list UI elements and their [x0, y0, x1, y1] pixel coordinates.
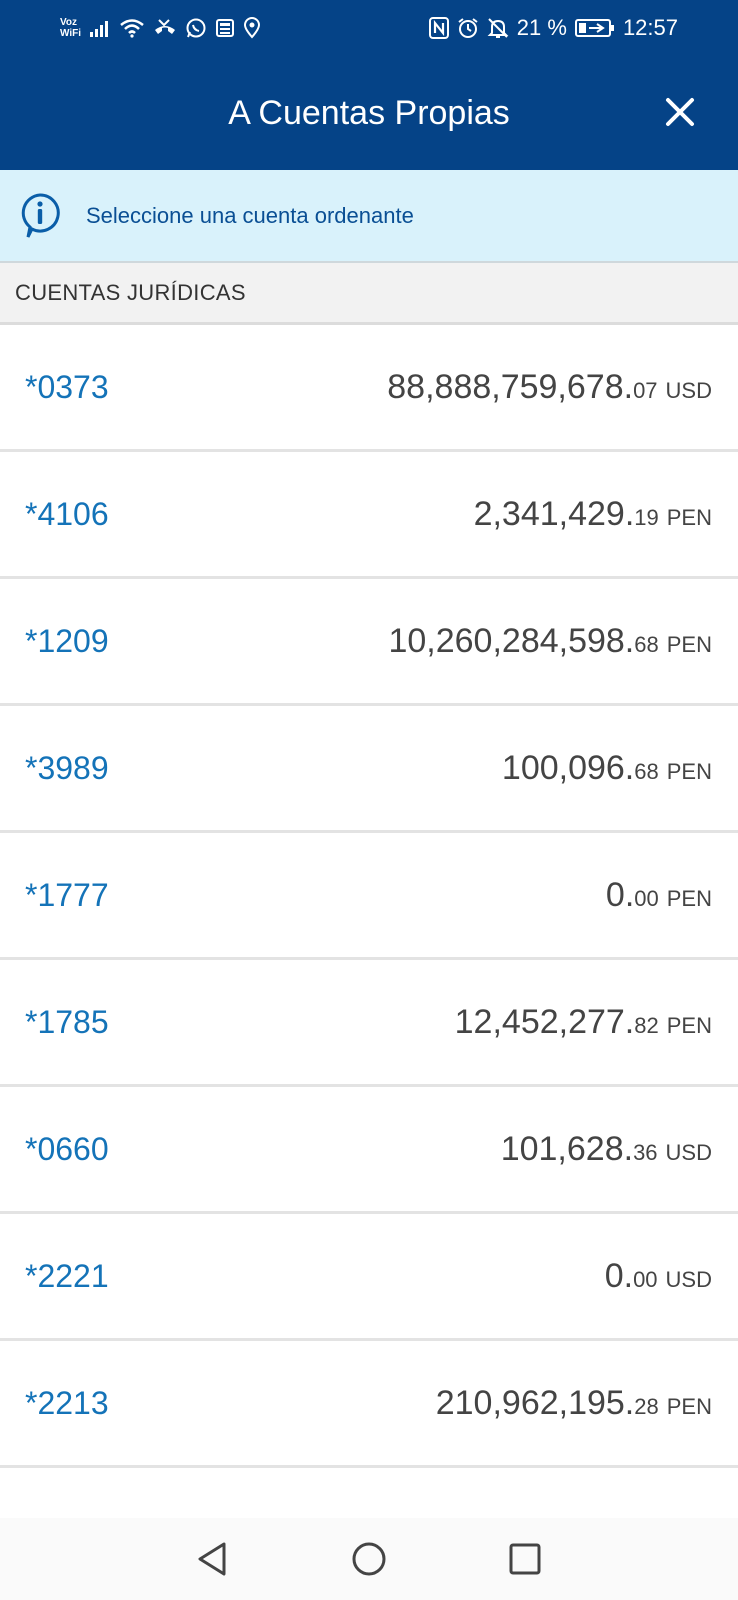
- balance-decimals: 82: [634, 1012, 659, 1038]
- account-row[interactable]: *2213 210,962,195. 28 PEN: [0, 1341, 738, 1468]
- account-row[interactable]: *0660 101,628. 36 USD: [0, 1087, 738, 1214]
- back-icon: [198, 1542, 226, 1576]
- account-number: *0373: [25, 368, 109, 405]
- account-number: *1209: [25, 622, 109, 659]
- balance-decimals: 19: [634, 504, 659, 530]
- recents-icon: [509, 1543, 541, 1575]
- account-number: *1777: [25, 876, 109, 913]
- wifi-icon: [119, 18, 145, 38]
- balance-currency: PEN: [666, 504, 712, 530]
- system-nav-bar: [0, 1518, 738, 1600]
- balance-decimals: 36: [633, 1139, 658, 1165]
- balance-currency: PEN: [666, 1393, 712, 1419]
- balance-integer: 88,888,759,678.: [387, 367, 634, 406]
- account-number: *2213: [25, 1384, 109, 1421]
- back-button[interactable]: [135, 1541, 291, 1577]
- balance-decimals: 28: [634, 1393, 659, 1419]
- account-list: *0373 88,888,759,678. 07 USD *4106 2,341,4…: [0, 325, 738, 1468]
- battery-percent: 21 %: [516, 15, 567, 40]
- close-icon: [666, 98, 694, 126]
- balance-decimals: 68: [634, 631, 659, 657]
- page-title: A Cuentas Propias: [228, 93, 510, 132]
- wifi-label: WiFi: [60, 28, 82, 39]
- balance-integer: 0.: [604, 1256, 634, 1295]
- voz-label: Voz: [60, 17, 78, 28]
- battery-icon: [574, 18, 615, 38]
- info-message: Seleccione una cuenta ordenante: [86, 202, 414, 228]
- balance-integer: 12,452,277.: [454, 1002, 635, 1041]
- balance-integer: 0.: [605, 875, 635, 914]
- account-row[interactable]: *3989 100,096. 68 PEN: [0, 706, 738, 833]
- account-balance: 100,096. 68 PEN: [502, 749, 712, 788]
- account-row[interactable]: *1209 10,260,284,598. 68 PEN: [0, 579, 738, 706]
- whatsapp-icon: [185, 17, 207, 39]
- balance-currency: USD: [665, 1139, 712, 1165]
- balance-currency: PEN: [666, 631, 712, 657]
- balance-integer: 100,096.: [501, 748, 635, 787]
- balance-currency: PEN: [666, 1012, 712, 1038]
- balance-currency: PEN: [666, 885, 712, 911]
- balance-decimals: 68: [634, 758, 659, 784]
- account-balance: 0. 00 PEN: [606, 876, 712, 915]
- balance-decimals: 00: [634, 885, 659, 911]
- recents-button[interactable]: [447, 1542, 603, 1576]
- balance-currency: USD: [665, 377, 712, 403]
- status-bar: Voz WiFi 21 % 12:57: [0, 0, 738, 56]
- section-header: CUENTAS JURÍDICAS: [0, 263, 738, 325]
- info-banner: Seleccione una cuenta ordenante: [0, 170, 738, 263]
- account-row[interactable]: *0373 88,888,759,678. 07 USD: [0, 325, 738, 452]
- account-balance: 12,452,277. 82 PEN: [455, 1003, 712, 1042]
- alarm-icon: [457, 17, 479, 39]
- home-button[interactable]: [291, 1541, 447, 1577]
- clock-time: 12:57: [622, 15, 678, 40]
- status-bar-right: 21 % 12:57: [428, 15, 678, 41]
- balance-decimals: 00: [633, 1266, 658, 1292]
- missed-call-icon: [153, 18, 177, 38]
- balance-currency: PEN: [666, 758, 712, 784]
- home-icon: [352, 1542, 386, 1576]
- account-row[interactable]: *4106 2,341,429. 19 PEN: [0, 452, 738, 579]
- account-balance: 210,962,195. 28 PEN: [436, 1384, 712, 1423]
- info-icon: [20, 192, 60, 239]
- account-number: *4106: [25, 495, 109, 532]
- location-icon: [243, 17, 261, 39]
- status-bar-left: Voz WiFi: [60, 17, 261, 39]
- nfc-icon: [428, 17, 449, 39]
- app-header: A Cuentas Propias: [0, 56, 738, 170]
- account-balance: 10,260,284,598. 68 PEN: [388, 622, 712, 661]
- balance-decimals: 07: [633, 377, 658, 403]
- balance-integer: 101,628.: [500, 1129, 634, 1168]
- balance-integer: 2,341,429.: [473, 494, 635, 533]
- signal-icon: [89, 18, 111, 38]
- balance-integer: 210,962,195.: [435, 1383, 635, 1422]
- account-balance: 88,888,759,678. 07 USD: [387, 368, 712, 407]
- account-balance: 2,341,429. 19 PEN: [474, 495, 712, 534]
- account-number: *2221: [25, 1257, 109, 1294]
- balance-currency: USD: [665, 1266, 712, 1292]
- account-row[interactable]: *1777 0. 00 PEN: [0, 833, 738, 960]
- news-icon: [215, 18, 235, 38]
- balance-integer: 10,260,284,598.: [388, 621, 635, 660]
- close-button[interactable]: [662, 94, 698, 130]
- account-row[interactable]: *2221 0. 00 USD: [0, 1214, 738, 1341]
- account-balance: 0. 00 USD: [605, 1257, 712, 1296]
- mute-icon: [487, 17, 509, 39]
- account-number: *0660: [25, 1130, 109, 1167]
- account-number: *3989: [25, 749, 109, 786]
- voz-wifi-label: Voz WiFi: [60, 17, 81, 39]
- account-row[interactable]: *1785 12,452,277. 82 PEN: [0, 960, 738, 1087]
- account-number: *1785: [25, 1003, 109, 1040]
- account-balance: 101,628. 36 USD: [501, 1130, 712, 1169]
